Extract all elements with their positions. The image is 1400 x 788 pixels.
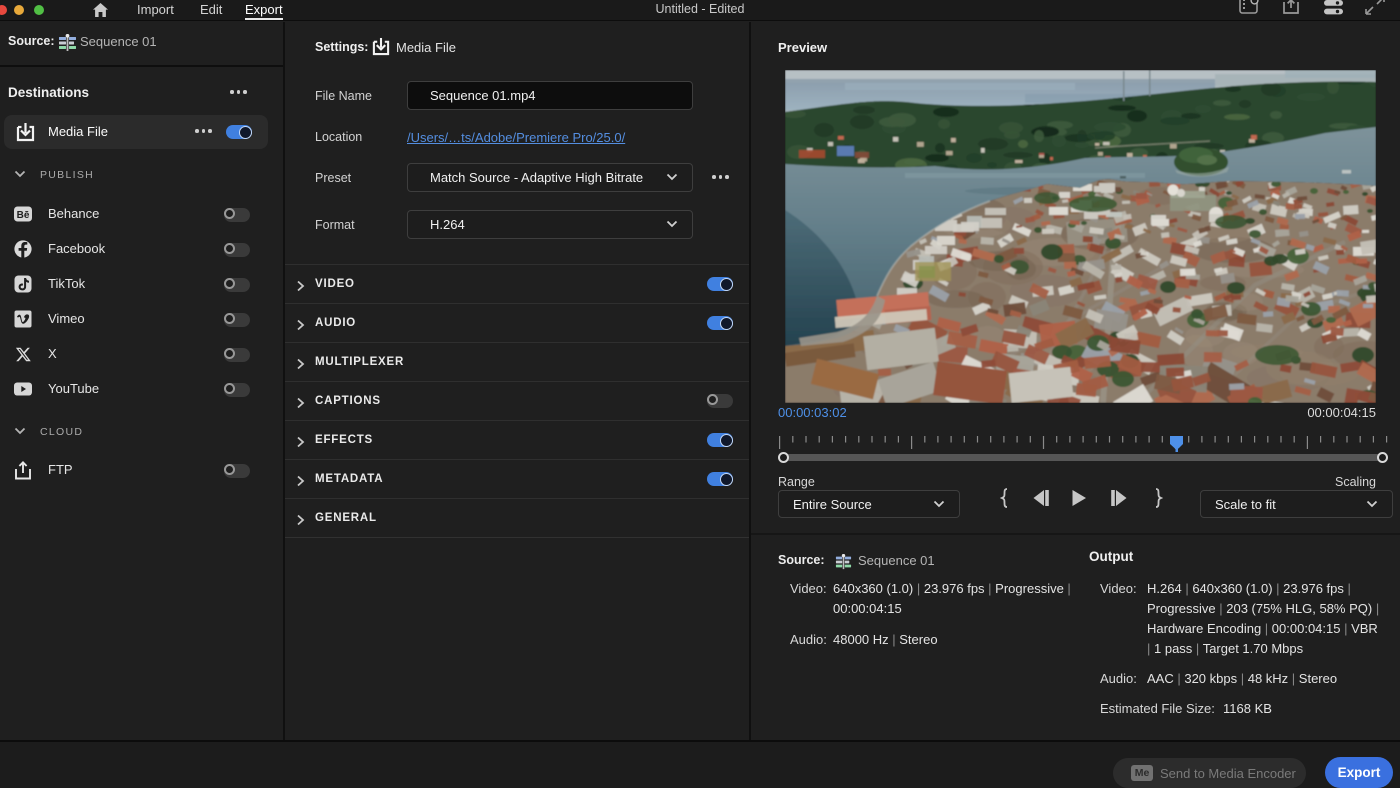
svg-text:Bē: Bē	[17, 210, 30, 221]
